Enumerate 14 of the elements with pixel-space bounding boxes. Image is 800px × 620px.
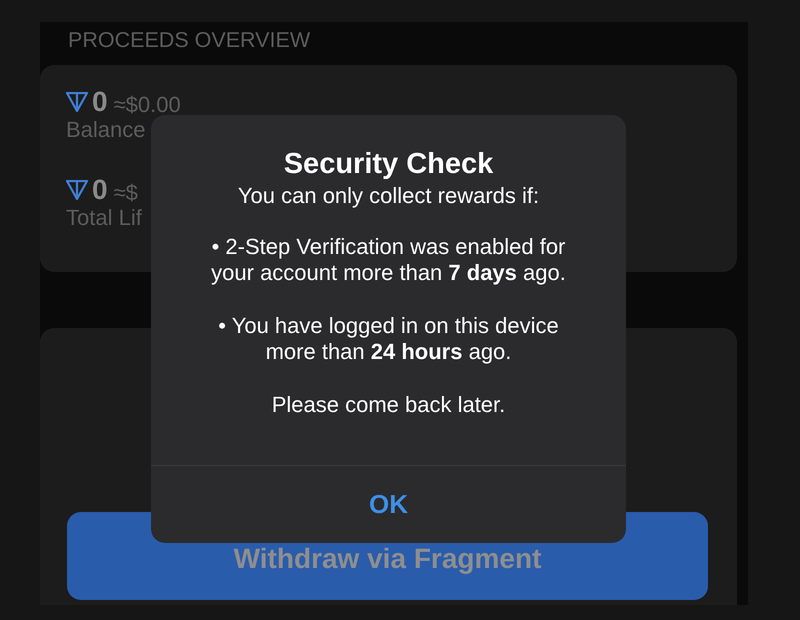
fiat-value: ≈$0.00 [114,90,181,118]
dialog-message: • You have logged in on this device more than 24 hours ago. [217,313,560,365]
stat-label: Balance [66,117,146,143]
diamond-icon [66,92,88,112]
dialog-title: Security Check [284,149,494,179]
fiat-value: ≈$ [114,178,138,206]
section-header: PROCEEDS OVERVIEW [68,28,310,52]
dialog-message: Please come back later. [272,392,506,418]
dialog-message: You can only collect rewards if: [238,183,540,209]
dialog-message: • 2-Step Verification was enabled for your account more than 7 days ago. [210,234,567,286]
diamond-icon [66,180,88,200]
stat-label: Total Lif [66,205,142,231]
amount: 0 [92,85,108,119]
amount: 0 [92,173,108,207]
